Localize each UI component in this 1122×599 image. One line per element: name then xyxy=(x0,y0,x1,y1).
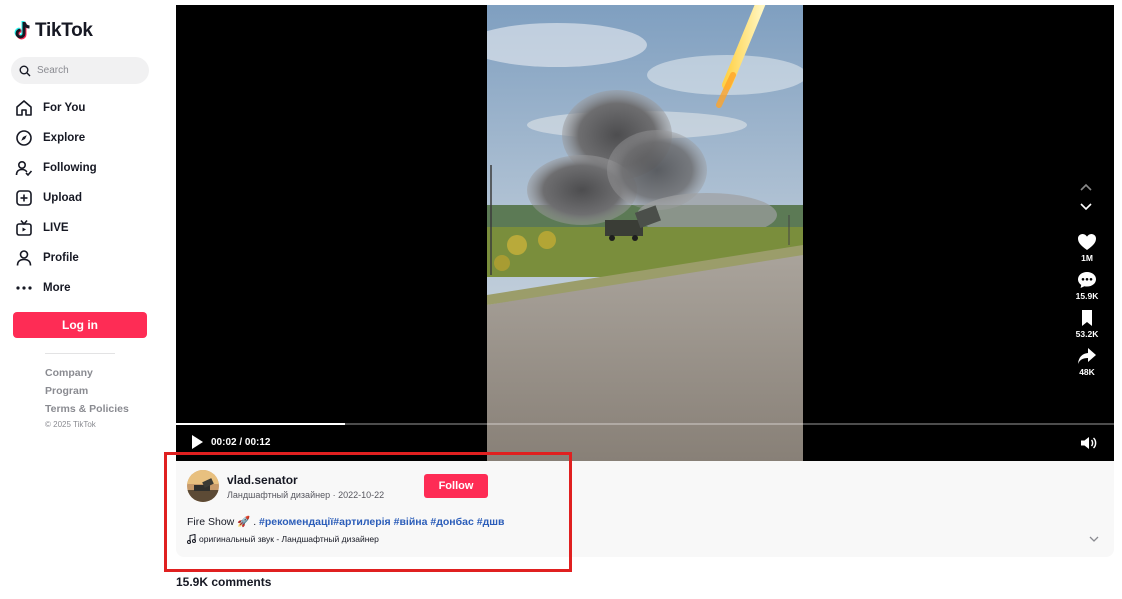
video-player[interactable]: 1M 15.9K 53.2K 48K 00:02 / 00:12 xyxy=(176,5,1114,461)
video-progress-bar[interactable] xyxy=(176,423,1114,425)
like-button[interactable]: 1M xyxy=(1072,233,1102,263)
next-video-icon[interactable] xyxy=(1078,201,1094,213)
profile-icon xyxy=(14,248,34,268)
volume-icon[interactable] xyxy=(1080,435,1098,451)
heart-icon xyxy=(1078,234,1096,250)
footer-link-terms[interactable]: Terms & Policies xyxy=(45,400,129,418)
share-icon xyxy=(1078,348,1096,364)
bookmark-icon xyxy=(1082,310,1092,326)
play-icon[interactable] xyxy=(190,434,204,450)
comments-count: 15.9K comments xyxy=(176,575,272,589)
action-bar: 1M 15.9K 53.2K 48K xyxy=(1072,233,1102,385)
nav-label: Explore xyxy=(43,132,86,144)
login-button[interactable]: Log in xyxy=(13,312,147,338)
sidebar-divider xyxy=(45,353,115,354)
compass-icon xyxy=(14,128,34,148)
tiktok-note-icon xyxy=(14,21,30,40)
nav-label: Profile xyxy=(43,252,79,264)
nav-item-live[interactable]: LIVE xyxy=(14,213,97,243)
home-icon xyxy=(14,98,34,118)
share-button[interactable]: 48K xyxy=(1072,347,1102,377)
nav-label: More xyxy=(43,282,71,294)
save-count: 53.2K xyxy=(1075,329,1099,339)
nav-item-upload[interactable]: Upload xyxy=(14,183,97,213)
tiktok-logo[interactable]: TikTok xyxy=(14,20,93,42)
nav-label: Following xyxy=(43,162,97,174)
previous-video-icon[interactable] xyxy=(1078,181,1094,193)
nav-item-following[interactable]: Following xyxy=(14,153,97,183)
nav-label: LIVE xyxy=(43,222,69,234)
video-nav-arrows xyxy=(1078,181,1094,221)
upload-icon xyxy=(14,188,34,208)
highlight-box xyxy=(164,452,572,572)
copyright: © 2025 TikTok xyxy=(45,420,96,429)
comment-icon xyxy=(1078,272,1096,288)
footer-link-program[interactable]: Program xyxy=(45,382,129,400)
comment-count: 15.9K xyxy=(1075,291,1099,301)
search-placeholder: Search xyxy=(37,65,69,76)
search-input[interactable]: Search xyxy=(11,57,149,84)
video-frame xyxy=(487,5,803,461)
live-icon xyxy=(14,218,34,238)
nav-label: Upload xyxy=(43,192,82,204)
main-nav: For You Explore Following Upload LIVE Pr… xyxy=(14,93,97,303)
footer-links: Company Program Terms & Policies © 2025 … xyxy=(45,364,129,429)
nav-item-explore[interactable]: Explore xyxy=(14,123,97,153)
save-button[interactable]: 53.2K xyxy=(1072,309,1102,339)
app-name: TikTok xyxy=(35,20,93,41)
footer-link-company[interactable]: Company xyxy=(45,364,129,382)
video-progress-fill xyxy=(176,423,345,425)
chevron-down-icon[interactable] xyxy=(1088,534,1100,544)
sidebar: TikTok Search For You Explore Following xyxy=(0,0,162,599)
nav-label: For You xyxy=(43,102,86,114)
comment-button[interactable]: 15.9K xyxy=(1072,271,1102,301)
share-count: 48K xyxy=(1079,367,1095,377)
more-icon xyxy=(14,278,34,298)
following-icon xyxy=(14,158,34,178)
nav-item-profile[interactable]: Profile xyxy=(14,243,97,273)
nav-item-for-you[interactable]: For You xyxy=(14,93,97,123)
search-icon xyxy=(19,65,31,76)
nav-item-more[interactable]: More xyxy=(14,273,97,303)
video-time: 00:02 / 00:12 xyxy=(211,437,271,448)
video-thumbnail-image xyxy=(487,5,803,461)
like-count: 1M xyxy=(1081,253,1093,263)
